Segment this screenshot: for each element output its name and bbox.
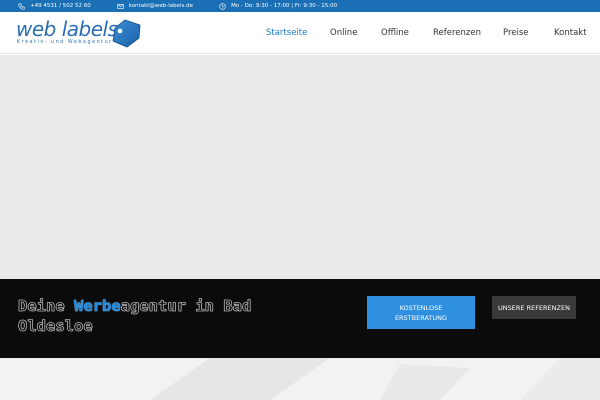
- logo-tagline: Kreativ- und Webagentur: [17, 40, 113, 45]
- hours-text: Mo - Do: 9:30 - 17:00 | Fr: 9:30 - 15:00: [231, 3, 338, 9]
- content-preview-area: [0, 358, 600, 400]
- top-info-bar: +49 4531 / 502 52 60 kontakt@web-labels.…: [0, 0, 600, 12]
- site-header: web labels Kreativ- und Webagentur Start…: [0, 12, 600, 54]
- email-address[interactable]: kontakt@web-labels.de: [129, 3, 193, 9]
- free-consultation-button[interactable]: Kostenlose Erstberatung: [367, 296, 475, 329]
- hero-headline: Deine Werbeagentur in Bad Oldesloe: [18, 296, 318, 336]
- email-info[interactable]: kontakt@web-labels.de: [117, 3, 193, 10]
- nav-offline[interactable]: Offline: [381, 28, 409, 38]
- opening-hours: Mo - Do: 9:30 - 17:00 | Fr: 9:30 - 15:00: [219, 2, 338, 10]
- nav-online[interactable]: Online: [330, 28, 357, 38]
- mail-icon: [117, 3, 124, 9]
- hero-image-area: [0, 55, 600, 279]
- our-references-label: Unsere Referenzen: [498, 303, 570, 312]
- site-logo[interactable]: web labels Kreativ- und Webagentur: [16, 18, 144, 52]
- clock-icon: [219, 2, 226, 10]
- background-photo-hint: [150, 358, 600, 400]
- nav-preise[interactable]: Preise: [503, 28, 529, 38]
- nav-startseite[interactable]: Startseite: [266, 28, 307, 38]
- phone-icon: [18, 2, 25, 10]
- logo-name: web labels: [16, 17, 118, 41]
- phone-number[interactable]: +49 4531 / 502 52 60: [30, 3, 91, 9]
- free-consultation-label: Kostenlose Erstberatung: [394, 303, 448, 322]
- label-tag-icon: [112, 19, 141, 48]
- headline-start: Deine: [18, 297, 74, 316]
- phone-info[interactable]: +49 4531 / 502 52 60: [18, 2, 91, 10]
- headline-highlight: Werbe: [74, 297, 121, 316]
- nav-kontakt[interactable]: Kontakt: [554, 28, 587, 38]
- our-references-button[interactable]: Unsere Referenzen: [492, 296, 576, 319]
- nav-referenzen[interactable]: Referenzen: [433, 28, 481, 38]
